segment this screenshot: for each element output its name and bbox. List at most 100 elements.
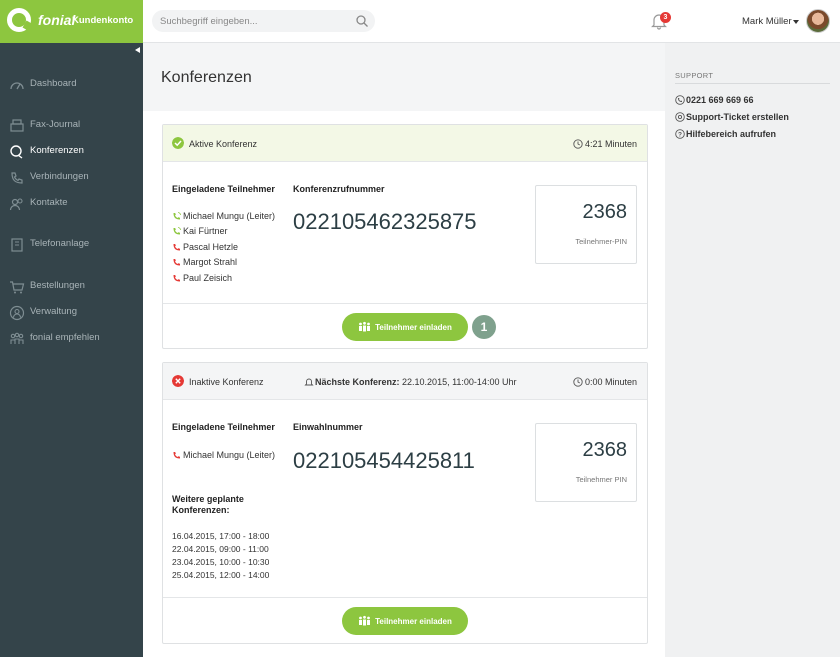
cart-icon — [10, 281, 25, 294]
pin-value: 2368 — [582, 201, 628, 223]
planned-conference-item: 16.04.2015, 17:00 - 18:00 — [172, 531, 270, 541]
phone-icon — [11, 172, 23, 184]
bell-icon — [304, 378, 314, 386]
pin-box: 2368 Teilnehmer PIN — [535, 423, 637, 502]
next-conference: Nächste Konferenz: 22.10.2015, 11:00-14:… — [304, 377, 516, 387]
invite-count-badge: 1 — [472, 315, 496, 339]
recommend-icon — [10, 332, 24, 344]
sidebar-item-dashboard[interactable]: Dashboard — [0, 75, 143, 95]
sidebar-item-label: Kontakte — [30, 197, 68, 208]
duration-value: 0:00 Minuten — [584, 377, 637, 387]
pin-box: 2368 Teilnehmer-PIN — [535, 185, 637, 264]
participant-item: Michael Mungu (Leiter) — [172, 450, 275, 460]
conference-icon — [10, 145, 23, 159]
conference-status: Aktive Konferenz — [189, 139, 258, 149]
search-box — [152, 10, 375, 32]
brand-name: fonial — [38, 12, 76, 28]
support-phone[interactable]: 0221 669 669 66 — [675, 95, 754, 105]
help-link[interactable]: ? Hilfebereich aufrufen — [675, 129, 776, 139]
invite-participants-button[interactable]: Teilnehmer einladen — [342, 313, 468, 341]
phone-disconnected-icon — [173, 275, 180, 282]
pin-label: Teilnehmer-PIN — [575, 237, 627, 246]
user-name[interactable]: Mark Müller — [742, 16, 792, 27]
participant-item: Paul Zeisich — [172, 273, 232, 283]
planned-label: Weitere geplante — [172, 494, 244, 504]
sidebar-item-label: Konferenzen — [30, 145, 84, 156]
sidebar-item-label: Bestellungen — [30, 280, 85, 291]
participant-item: Kai Fürtner — [172, 226, 228, 236]
participant-name: Pascal Hetzle — [183, 242, 239, 252]
sidebar-item-label: Verbindungen — [30, 171, 89, 182]
participant-name: Michael Mungu (Leiter) — [183, 211, 276, 221]
group-icon — [359, 615, 371, 626]
participants-label: Eingeladene Teilnehmer — [172, 422, 275, 432]
divider — [675, 83, 830, 84]
svg-text:?: ? — [678, 131, 682, 138]
fonial-logo-icon — [7, 8, 31, 32]
dashboard-icon — [10, 82, 24, 90]
support-phone-label: 0221 669 669 66 — [686, 95, 754, 105]
phone-disconnected-icon — [173, 244, 180, 251]
pin-value: 2368 — [582, 439, 628, 461]
participant-name: Margot Strahl — [183, 257, 238, 267]
support-ticket-link[interactable]: Support-Ticket erstellen — [675, 112, 789, 122]
search-input[interactable] — [152, 10, 352, 32]
planned-conference-item: 25.04.2015, 12:00 - 14:00 — [172, 570, 270, 580]
invite-button-label: Teilnehmer einladen — [375, 617, 452, 626]
chevron-down-icon[interactable] — [793, 20, 799, 24]
participant-name: Paul Zeisich — [183, 273, 233, 283]
planned-label: Konferenzen: — [172, 505, 230, 515]
sidebar-item-telefonanlage[interactable]: Telefonanlage — [0, 235, 143, 255]
fax-icon — [10, 119, 24, 132]
logo[interactable]: fonial Kundenkonto — [0, 0, 143, 43]
support-ticket-label: Support-Ticket erstellen — [686, 112, 789, 122]
close-icon — [172, 375, 184, 387]
inactive-conference-header: Inaktive Konferenz Nächste Konferenz: 22… — [163, 363, 647, 400]
question-icon: ? — [675, 129, 685, 139]
planned-conference-item: 23.04.2015, 10:00 - 10:30 — [172, 557, 270, 567]
sidebar-item-label: Telefonanlage — [30, 238, 90, 249]
user-icon — [9, 305, 25, 321]
brand-subtitle: Kundenkonto — [72, 15, 134, 26]
sidebar-item-label: Verwaltung — [30, 306, 78, 317]
phone-connected-icon — [173, 227, 181, 235]
sidebar-item-label: Fax-Journal — [30, 119, 81, 130]
participants-label: Eingeladene Teilnehmer — [172, 184, 275, 194]
phone-icon — [675, 95, 685, 105]
help-label: Hilfebereich aufrufen — [686, 129, 777, 139]
sidebar-item-fonial-empfehlen[interactable]: fonial empfehlen — [0, 329, 143, 349]
sidebar-item-bestellungen[interactable]: Bestellungen — [0, 277, 143, 297]
participant-item: Margot Strahl — [172, 257, 237, 267]
contacts-icon — [9, 198, 23, 211]
next-conference-value: 22.10.2015, 11:00-14:00 Uhr — [402, 377, 517, 387]
pin-label: Teilnehmer PIN — [575, 475, 627, 484]
conference-duration: 0:00 Minuten — [573, 377, 637, 387]
dial-in-number: 022105454425811 — [293, 448, 475, 473]
active-conference-card: Aktive Konferenz 4:21 Minuten Eingeladen… — [162, 124, 648, 349]
group-icon — [359, 321, 371, 332]
conference-duration: 4:21 Minuten — [573, 139, 637, 149]
sidebar-item-fax-journal[interactable]: Fax-Journal — [0, 116, 143, 136]
planned-conference-item: 22.04.2015, 09:00 - 11:00 — [172, 544, 269, 554]
sidebar-item-verbindungen[interactable]: Verbindungen — [0, 168, 143, 188]
card-footer: Teilnehmer einladen 1 — [163, 303, 647, 349]
support-title: SUPPORT — [675, 71, 714, 80]
sidebar-item-kontakte[interactable]: Kontakte — [0, 194, 143, 214]
phone-disconnected-icon — [173, 259, 180, 266]
participant-name: Kai Fürtner — [183, 226, 228, 236]
clock-icon — [573, 377, 583, 387]
number-label: Einwahlnummer — [293, 422, 363, 432]
phone-connected-icon — [173, 212, 181, 220]
card-footer: Teilnehmer einladen — [163, 597, 647, 644]
active-conference-header: Aktive Konferenz 4:21 Minuten — [163, 125, 647, 162]
sidebar-item-verwaltung[interactable]: Verwaltung — [0, 303, 143, 323]
top-bar: fonial Kundenkonto 3 Mark Müller — [0, 0, 840, 43]
collapse-sidebar-icon[interactable] — [135, 47, 140, 53]
sidebar-item-label: fonial empfehlen — [30, 332, 100, 343]
invite-participants-button[interactable]: Teilnehmer einladen — [342, 607, 468, 635]
avatar[interactable] — [806, 9, 830, 33]
phone-disconnected-icon — [173, 452, 180, 459]
participant-item: Michael Mungu (Leiter) — [172, 211, 275, 221]
search-icon[interactable] — [355, 14, 369, 28]
sidebar-item-konferenzen[interactable]: Konferenzen — [0, 142, 143, 162]
